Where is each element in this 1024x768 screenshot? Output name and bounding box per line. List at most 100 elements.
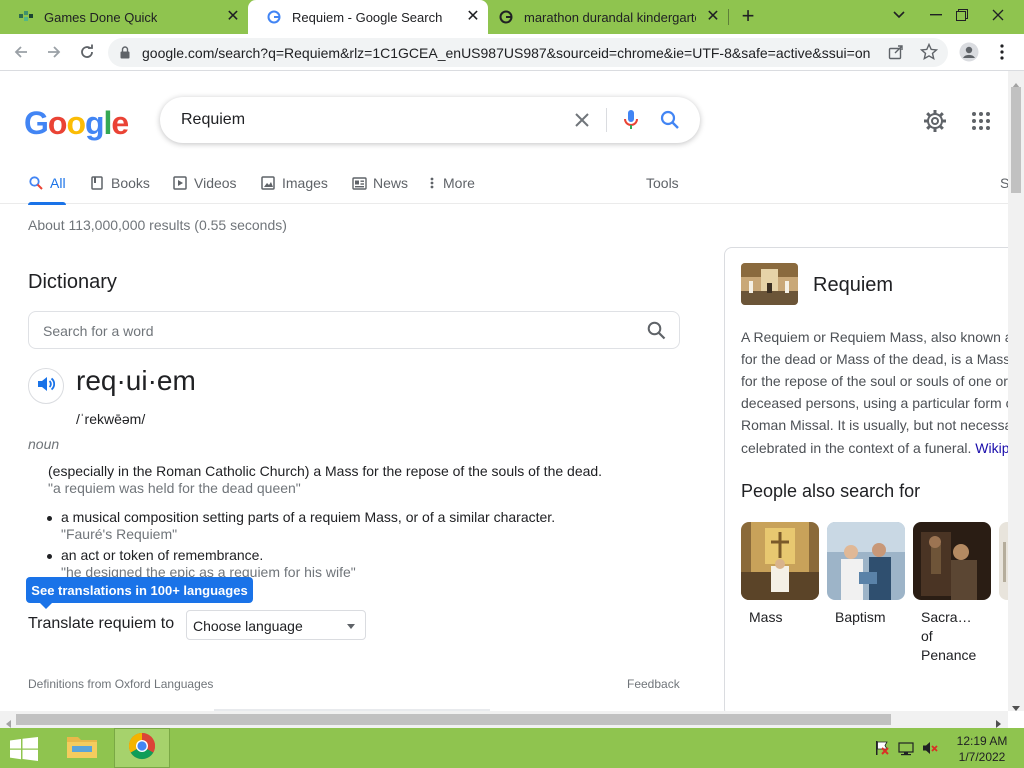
active-tab-indicator bbox=[28, 202, 66, 205]
requiem-thumbnail-image[interactable] bbox=[741, 263, 798, 305]
scroll-down-arrow-icon[interactable] bbox=[1012, 699, 1020, 717]
pasf-label[interactable]: Sacra… bbox=[921, 609, 972, 625]
tab-strip: Games Done Quick ✕ Requiem - Google Sear… bbox=[0, 0, 1024, 34]
pasf-sacrament-of-penance-image[interactable] bbox=[913, 522, 991, 600]
pasf-label[interactable]: Mass bbox=[749, 609, 782, 625]
video-icon bbox=[172, 175, 188, 191]
horizontal-scroll-thumb[interactable] bbox=[16, 714, 891, 725]
close-tab-icon[interactable]: ✕ bbox=[706, 9, 720, 25]
logo-letter: o bbox=[66, 105, 86, 141]
tab-search-chevron-icon[interactable] bbox=[883, 0, 915, 30]
clock-time: 12:19 AM bbox=[956, 734, 1008, 748]
wikipedia-link[interactable]: Wikip bbox=[975, 440, 1008, 456]
pasf-mass-image[interactable] bbox=[741, 522, 819, 600]
search-divider bbox=[606, 108, 607, 132]
profile-avatar-icon[interactable] bbox=[957, 40, 981, 64]
search-input[interactable]: Requiem bbox=[181, 111, 245, 129]
tab-news[interactable]: News bbox=[351, 173, 408, 193]
definition-text: an act or token of remembrance. bbox=[61, 547, 264, 563]
more-vert-icon bbox=[428, 175, 436, 191]
tab-games-done-quick[interactable]: Games Done Quick ✕ bbox=[0, 0, 248, 34]
action-center-flag-icon[interactable] bbox=[874, 740, 890, 756]
logo-letter: G bbox=[24, 105, 49, 141]
search-nav-tabs: All Books Videos Images News More Tools … bbox=[0, 167, 1008, 204]
tab-all[interactable]: All bbox=[28, 173, 66, 193]
bookmark-star-icon[interactable] bbox=[919, 42, 939, 66]
people-also-search-heading: People also search for bbox=[741, 481, 921, 501]
back-button[interactable] bbox=[9, 40, 33, 64]
tab-marathon-search[interactable]: marathon durandal kindergarten ✕ bbox=[488, 0, 728, 34]
knowledge-panel-title: Requiem bbox=[813, 274, 894, 296]
address-bar[interactable]: google.com/search?q=Requiem&rlz=1C1GCEA_… bbox=[108, 38, 948, 67]
definition-text: (especially in the Roman Catholic Church… bbox=[48, 463, 603, 479]
forward-button[interactable] bbox=[42, 40, 66, 64]
tab-images[interactable]: Images bbox=[260, 173, 328, 193]
close-window-button[interactable] bbox=[982, 0, 1014, 30]
tab-label: More bbox=[443, 175, 475, 191]
dictionary-search-field[interactable]: Search for a word bbox=[28, 311, 680, 349]
chrome-menu-icon[interactable] bbox=[990, 40, 1014, 64]
pasf-label[interactable]: Baptism bbox=[835, 609, 886, 625]
clear-search-icon[interactable] bbox=[570, 108, 594, 132]
reload-button[interactable] bbox=[75, 40, 99, 64]
close-tab-icon[interactable]: ✕ bbox=[226, 9, 240, 25]
network-icon[interactable] bbox=[898, 740, 914, 756]
tab-label: All bbox=[50, 175, 66, 191]
google-favicon-icon bbox=[266, 9, 282, 25]
safesearch-button[interactable]: S bbox=[1000, 173, 1008, 193]
tab-more[interactable]: More bbox=[428, 173, 475, 193]
dropdown-caret-icon bbox=[347, 624, 355, 629]
translations-tooltip[interactable]: See translations in 100+ languages bbox=[26, 577, 253, 603]
choose-language-select[interactable]: Choose language bbox=[186, 610, 366, 640]
pasf-baptism-image[interactable] bbox=[827, 522, 905, 600]
pasf-label[interactable]: Penance bbox=[921, 647, 976, 663]
pronunciation-speaker-button[interactable] bbox=[28, 368, 64, 404]
tools-button[interactable]: Tools bbox=[646, 173, 679, 193]
tooltip-arrow bbox=[40, 603, 52, 609]
knowledge-panel-description-line: celebrated in the context of a funeral. … bbox=[741, 440, 1008, 456]
settings-gear-icon[interactable] bbox=[923, 109, 947, 138]
tab-requiem-search[interactable]: Requiem - Google Search ✕ bbox=[248, 0, 488, 34]
chrome-icon bbox=[128, 732, 156, 765]
part-of-speech: noun bbox=[28, 436, 60, 452]
horizontal-scrollbar[interactable] bbox=[0, 711, 1008, 728]
knowledge-panel-description-line: A Requiem or Requiem Mass, also known a bbox=[741, 329, 1008, 345]
file-explorer-taskbar-button[interactable] bbox=[54, 728, 110, 768]
share-icon[interactable] bbox=[888, 44, 904, 65]
pasf-label[interactable]: of bbox=[921, 628, 933, 644]
vertical-scrollbar[interactable] bbox=[1008, 71, 1024, 711]
taskbar-clock[interactable]: 12:19 AM 1/7/2022 bbox=[952, 733, 1012, 765]
pasf-next-image[interactable] bbox=[999, 522, 1008, 600]
voice-search-icon[interactable] bbox=[619, 108, 643, 132]
search-icon[interactable] bbox=[658, 108, 682, 132]
tab-videos[interactable]: Videos bbox=[172, 173, 237, 193]
close-tab-icon[interactable]: ✕ bbox=[466, 9, 480, 25]
google-logo[interactable]: Google bbox=[24, 105, 129, 142]
search-results-page: Google Requiem All Books Videos Images N… bbox=[0, 71, 1008, 711]
dictionary-source[interactable]: Definitions from Oxford Languages bbox=[28, 677, 213, 691]
google-favicon-icon bbox=[498, 9, 514, 25]
chrome-taskbar-button[interactable] bbox=[114, 728, 170, 768]
knowledge-panel: Requiem A Requiem or Requiem Mass, also … bbox=[724, 247, 1008, 711]
search-box[interactable]: Requiem bbox=[160, 97, 700, 143]
pronunciation: /ˈrekwēəm/ bbox=[76, 411, 146, 427]
logo-letter: o bbox=[47, 105, 68, 141]
google-apps-icon[interactable] bbox=[972, 112, 990, 135]
url-text: google.com/search?q=Requiem&rlz=1C1GCEA_… bbox=[142, 45, 871, 61]
vertical-scroll-thumb[interactable] bbox=[1011, 87, 1021, 193]
new-tab-button[interactable]: + bbox=[737, 5, 759, 28]
feedback-link[interactable]: Feedback bbox=[627, 677, 680, 691]
list-bullet bbox=[47, 516, 52, 521]
clock-date: 1/7/2022 bbox=[958, 750, 1006, 764]
volume-muted-icon[interactable] bbox=[922, 740, 938, 756]
result-stats: About 113,000,000 results (0.55 seconds) bbox=[28, 217, 287, 233]
translate-label: Translate requiem to bbox=[28, 615, 175, 632]
windows-start-icon[interactable] bbox=[10, 737, 38, 761]
restore-button[interactable] bbox=[946, 0, 978, 30]
knowledge-panel-description-line: Roman Missal. It is usually, but not nec… bbox=[741, 417, 1008, 433]
definition-text: a musical composition setting parts of a… bbox=[61, 509, 556, 525]
lock-icon[interactable] bbox=[120, 46, 130, 64]
tab-books[interactable]: Books bbox=[89, 173, 150, 193]
search-icon[interactable] bbox=[647, 321, 666, 345]
tab-label: News bbox=[373, 175, 409, 191]
